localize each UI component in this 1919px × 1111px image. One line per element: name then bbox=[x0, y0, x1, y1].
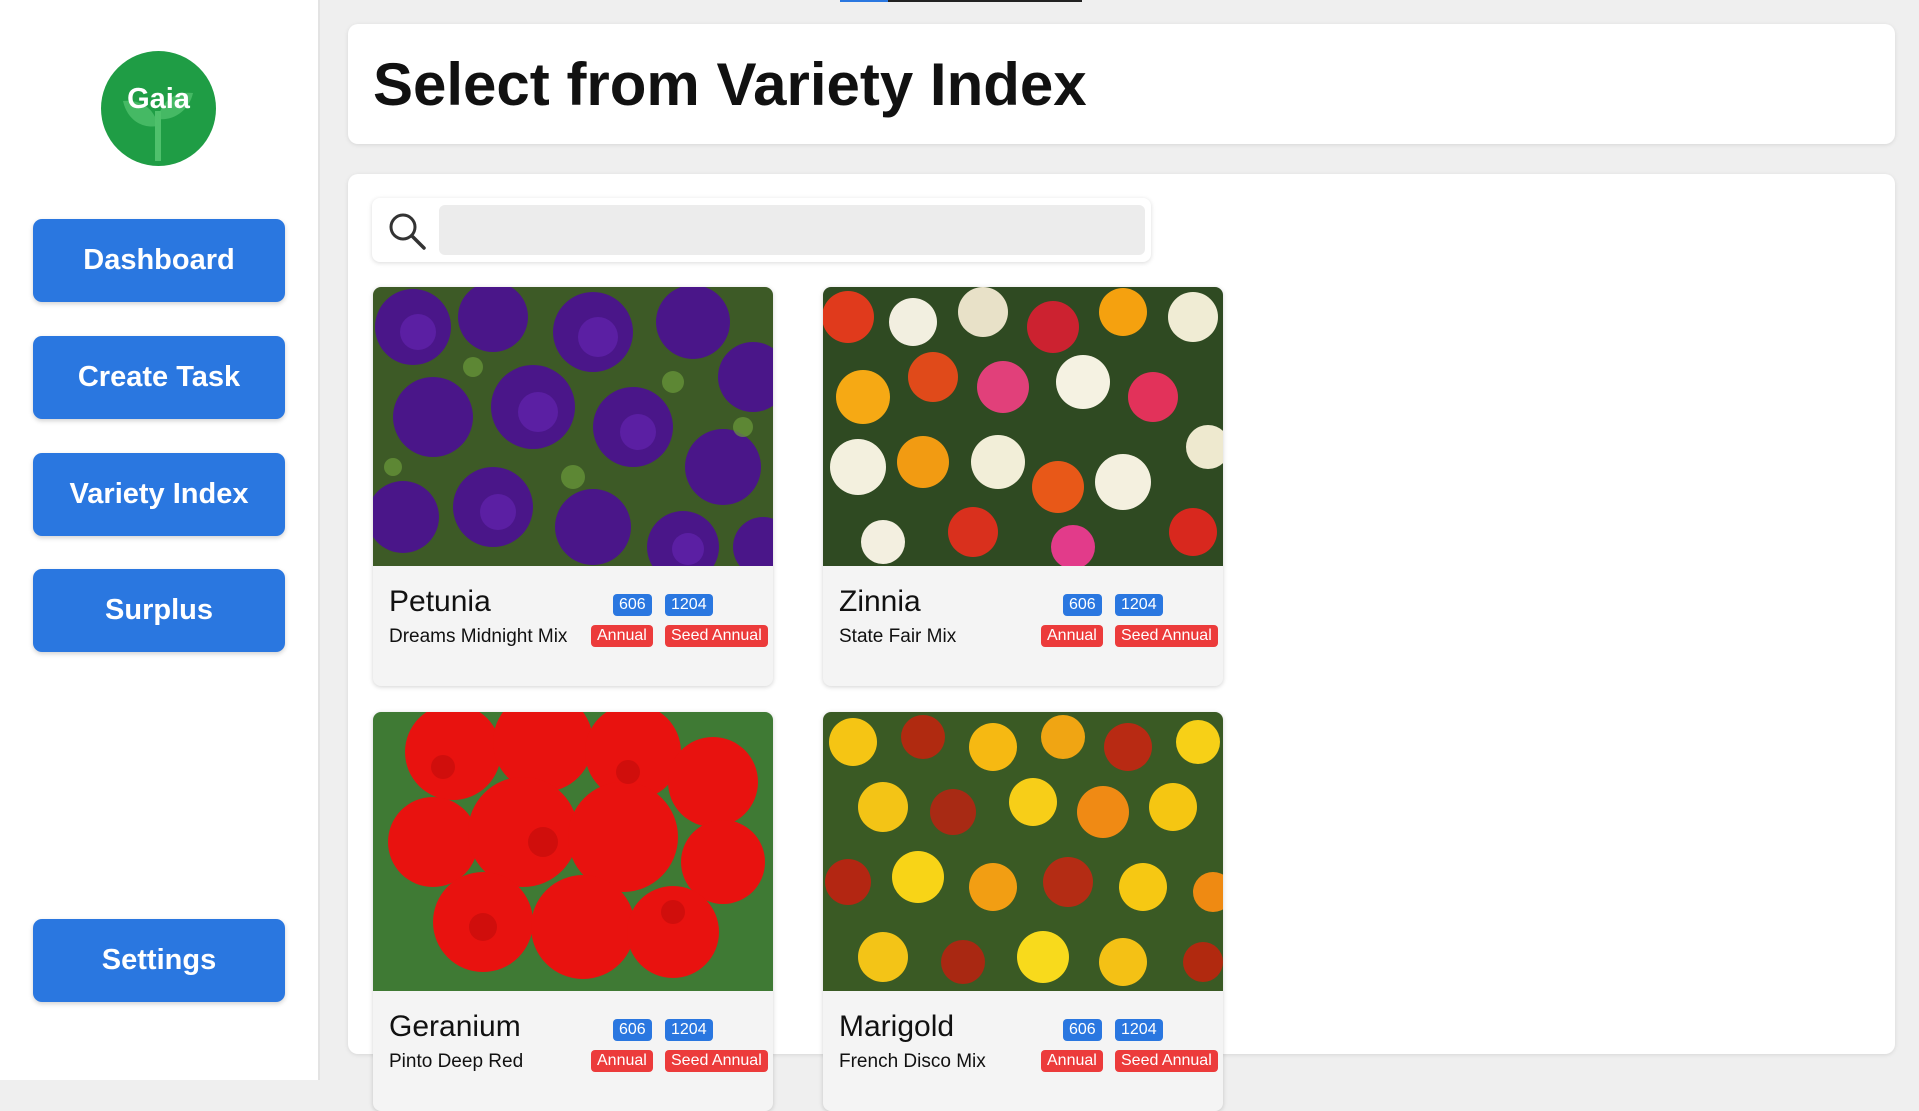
variety-image bbox=[823, 287, 1223, 566]
variety-card-marigold[interactable]: Marigold French Disco Mix 606 1204 Annua… bbox=[823, 712, 1223, 1111]
dashboard-button[interactable]: Dashboard bbox=[33, 219, 285, 302]
search-bar bbox=[372, 198, 1151, 262]
variety-name: Geranium bbox=[389, 1010, 521, 1043]
variety-subname: Pinto Deep Red bbox=[389, 1051, 524, 1072]
code-badge: 606 bbox=[613, 594, 652, 616]
surplus-button[interactable]: Surplus bbox=[33, 569, 285, 652]
search-input[interactable] bbox=[439, 205, 1145, 255]
gaia-logo: Gaia bbox=[101, 51, 216, 166]
code-badge: 606 bbox=[613, 1019, 652, 1041]
variety-name: Petunia bbox=[389, 585, 491, 618]
variety-subname: French Disco Mix bbox=[839, 1051, 986, 1072]
variety-name: Zinnia bbox=[839, 585, 921, 618]
variety-image bbox=[823, 712, 1223, 991]
page-title: Select from Variety Index bbox=[373, 51, 1087, 118]
variety-card-zinnia[interactable]: Zinnia State Fair Mix 606 1204 Annual Se… bbox=[823, 287, 1223, 686]
variety-image bbox=[373, 287, 773, 566]
logo-text: Gaia bbox=[127, 83, 190, 115]
variety-index-button[interactable]: Variety Index bbox=[33, 453, 285, 536]
variety-name: Marigold bbox=[839, 1010, 955, 1043]
variety-image bbox=[373, 712, 773, 991]
variety-card-petunia[interactable]: Petunia Dreams Midnight Mix 606 1204 Ann… bbox=[373, 287, 773, 686]
category-badge: Seed Annual bbox=[1115, 625, 1218, 647]
code-badge: 1204 bbox=[665, 1019, 713, 1041]
code-badge: 606 bbox=[1063, 594, 1102, 616]
type-badge: Annual bbox=[591, 625, 653, 647]
type-badge: Annual bbox=[1041, 625, 1103, 647]
sidebar: Gaia Dashboard Create Task Variety Index… bbox=[0, 0, 320, 1080]
code-badge: 1204 bbox=[665, 594, 713, 616]
type-badge: Annual bbox=[591, 1050, 653, 1072]
top-scroll-indicator bbox=[840, 0, 1082, 2]
code-badge: 1204 bbox=[1115, 1019, 1163, 1041]
category-badge: Seed Annual bbox=[1115, 1050, 1218, 1072]
create-task-button[interactable]: Create Task bbox=[33, 336, 285, 419]
category-badge: Seed Annual bbox=[665, 625, 768, 647]
code-badge: 606 bbox=[1063, 1019, 1102, 1041]
code-badge: 1204 bbox=[1115, 594, 1163, 616]
category-badge: Seed Annual bbox=[665, 1050, 768, 1072]
variety-card-geranium[interactable]: Geranium Pinto Deep Red 606 1204 Annual … bbox=[373, 712, 773, 1111]
variety-subname: State Fair Mix bbox=[839, 626, 957, 647]
variety-subname: Dreams Midnight Mix bbox=[389, 626, 568, 647]
page-header: Select from Variety Index bbox=[348, 24, 1895, 144]
settings-button[interactable]: Settings bbox=[33, 919, 285, 1002]
type-badge: Annual bbox=[1041, 1050, 1103, 1072]
search-icon[interactable] bbox=[387, 211, 427, 251]
